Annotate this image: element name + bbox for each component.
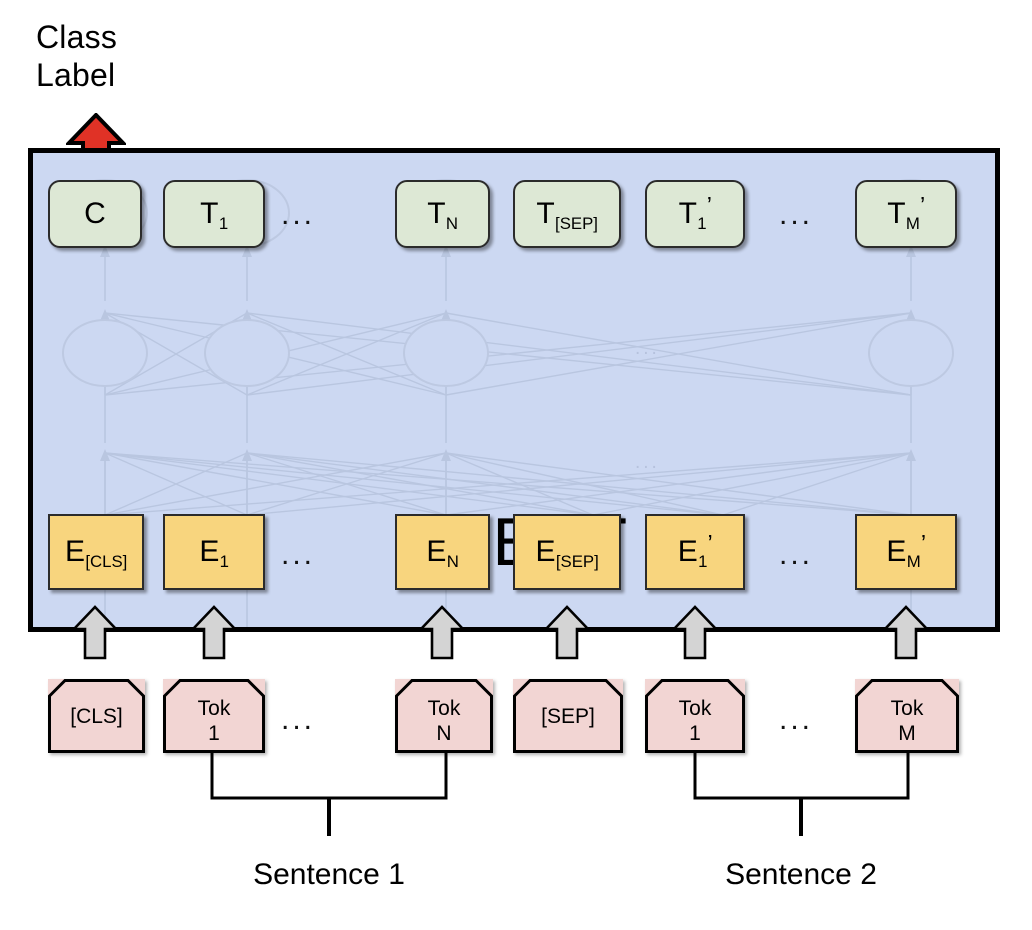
embedding-sub-tokN: N (446, 551, 459, 571)
token-box-tok1: Tok 1 (163, 679, 265, 753)
output-base-tokM-b: T (887, 197, 906, 230)
embedding-sub-tokM-b: M (906, 551, 921, 571)
output-sub-tok1-b: 1 (697, 213, 707, 233)
output-box-tok1: T1 (163, 180, 265, 248)
embedding-box-tokN: EN (395, 514, 490, 590)
output-row-ellipsis-2: ... (779, 198, 814, 231)
token-box-tokM-b: Tok M (855, 679, 959, 753)
embedding-box-tok1-b: E1’ (645, 514, 745, 590)
output-base-tokN: T (427, 197, 446, 230)
output-sub-tokM-b: M (905, 213, 920, 233)
embedding-base-cls: E (65, 535, 86, 568)
input-arrow-icon-tok1-b (672, 605, 718, 660)
embedding-base-sep: E (535, 535, 556, 568)
embedding-sub-sep: [SEP] (555, 551, 599, 571)
input-arrow-icon-tokM-b (883, 605, 929, 660)
network-ellipsis-upper: ... (635, 338, 660, 359)
embedding-box-sep: E[SEP] (513, 514, 621, 590)
token-row-ellipsis-2: ... (779, 703, 814, 736)
sentence-2-bracket (693, 750, 910, 836)
output-prime-tok1-b: ’ (706, 192, 712, 219)
diagram-canvas: Class Label ... ... C T1 TN T[SEP] T1’ T… (0, 0, 1032, 930)
input-arrow-icon-cls (72, 605, 118, 660)
token-box-cls: [CLS] (48, 679, 145, 753)
token-text-tok1: Tok 1 (197, 697, 231, 745)
sentence-2-label: Sentence 2 (725, 858, 877, 891)
token-box-tok1-b: Tok 1 (645, 679, 745, 753)
token-text-tokM-b: Tok M (890, 697, 924, 745)
embedding-box-cls: E[CLS] (48, 514, 144, 590)
output-row-ellipsis-1: ... (281, 198, 316, 231)
embedding-prime-tokM-b: ’ (920, 530, 927, 557)
embedding-base-tok1-b: E (677, 535, 698, 568)
output-box-sep: T[SEP] (513, 180, 621, 248)
output-base-tok1: T (200, 197, 219, 230)
token-box-sep: [SEP] (513, 679, 623, 753)
input-arrow-icon-sep (544, 605, 590, 660)
embedding-row-ellipsis-2: ... (779, 538, 814, 571)
embedding-row-ellipsis-1: ... (281, 538, 316, 571)
output-base-cls: C (84, 197, 106, 230)
output-box-tokN: TN (395, 180, 490, 248)
embedding-sub-tok1: 1 (219, 551, 229, 571)
sentence-1-label: Sentence 1 (253, 858, 405, 891)
output-base-tok1-b: T (678, 197, 697, 230)
embedding-base-tokN: E (426, 535, 447, 568)
output-box-tok1-b: T1’ (645, 180, 745, 248)
embedding-sub-tok1-b: 1 (698, 551, 708, 571)
token-box-tokN: Tok N (395, 679, 493, 753)
sentence-1-bracket (210, 750, 448, 836)
output-sub-tokN: N (445, 213, 459, 233)
embedding-prime-tok1-b: ’ (707, 530, 713, 557)
token-text-sep: [SEP] (541, 704, 595, 728)
input-arrow-icon-tok1 (191, 605, 237, 660)
output-sub-sep: [SEP] (555, 213, 598, 233)
network-ellipsis-lower: ... (635, 452, 660, 473)
output-box-tokM-b: TM’ (855, 180, 957, 248)
output-base-sep: T (536, 197, 555, 230)
token-text-cls: [CLS] (70, 704, 123, 728)
output-prime-tokM-b: ’ (920, 192, 926, 219)
embedding-box-tok1: E1 (163, 514, 265, 590)
input-arrow-icon-tokN (419, 605, 465, 660)
output-sub-tok1: 1 (218, 213, 229, 233)
class-label-caption: Class Label (36, 19, 118, 93)
token-text-tokN: Tok N (427, 697, 461, 745)
token-row-ellipsis-1: ... (281, 703, 316, 736)
embedding-base-tokM-b: E (886, 535, 907, 568)
token-text-tok1-b: Tok 1 (678, 697, 712, 745)
embedding-base-tok1: E (199, 535, 220, 568)
embedding-sub-cls: [CLS] (85, 551, 128, 571)
output-box-cls: C (48, 180, 142, 248)
embedding-box-tokM-b: EM’ (855, 514, 957, 590)
